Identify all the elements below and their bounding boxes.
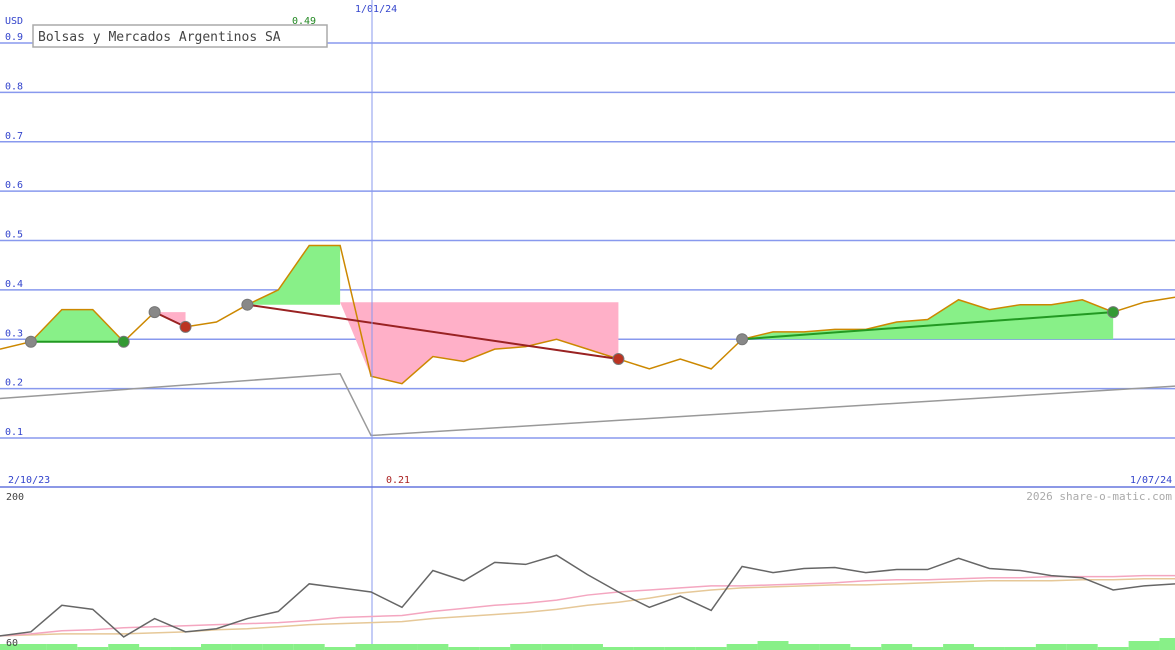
y-tick-label-0.7: 0.7 [5,131,23,142]
neutral-marker-4 [241,298,254,311]
y-axis-unit: USD [5,16,23,27]
volume-bar-10 [293,644,325,650]
credit-text: 2026 share-o-matic.com [1026,490,1172,503]
y-tick-label-0.6: 0.6 [5,180,23,191]
chart-title: Bolsas y Mercados Argentinos SA [38,30,281,45]
buy-marker-1 [117,335,130,348]
volume-bar-2 [46,644,78,650]
volume-bar-37 [1128,641,1160,650]
volume-bar-18 [541,644,573,650]
sell-marker-5 [612,353,625,365]
volume-bar-19 [572,644,603,650]
neutral-marker-0 [24,335,37,348]
volume-bar-14 [417,644,449,650]
volume-bar-26 [788,644,820,650]
oscillator-bottom-label: 60 [6,638,18,649]
y-tick-label-0.2: 0.2 [5,378,23,389]
volume-bar-9 [262,644,294,650]
volume-bar-27 [819,644,851,650]
y-tick-label-0.9: 0.9 [5,32,23,43]
max-price-label: 0.49 [292,16,316,27]
volume-bar-31 [943,644,975,650]
volume-bar-12 [355,644,387,650]
volume-bar-35 [1066,644,1098,650]
y-tick-label-0.4: 0.4 [5,279,23,290]
volume-bar-1 [15,644,47,650]
volume-bar-7 [200,644,232,650]
date-label-marker: 1/01/24 [355,4,397,15]
oscillator-top-label: 200 [6,492,24,503]
volume-bar-8 [231,644,263,650]
y-tick-label-0.5: 0.5 [5,230,23,241]
date-label-start: 2/10/23 [8,475,50,486]
volume-bar-17 [510,644,542,650]
title-box: Bolsas y Mercados Argentinos SA [32,24,328,48]
neutral-marker-2 [148,306,161,319]
y-tick-label-0.3: 0.3 [5,328,23,339]
volume-bar-25 [757,641,789,650]
volume-bar-34 [1035,644,1067,650]
volume-bar-24 [726,644,758,650]
y-tick-label-0.8: 0.8 [5,81,23,92]
price-chart: 0.1 0.2 0.3 0.4 0.5 0.6 0.7 0.8 0.9 USD Bolsas y… [0,0,1175,650]
y-tick-label-0.1: 0.1 [5,427,23,438]
volume-bar-38 [1159,638,1175,650]
date-label-end: 1/07/24 [1130,475,1172,486]
volume-bar-13 [386,644,418,650]
neutral-marker-6 [736,333,749,346]
volume-bar-29 [881,644,913,650]
buy-marker-7 [1107,306,1120,319]
min-price-label: 0.21 [386,475,410,486]
volume-bar-4 [108,644,140,650]
sell-marker-3 [179,320,192,333]
